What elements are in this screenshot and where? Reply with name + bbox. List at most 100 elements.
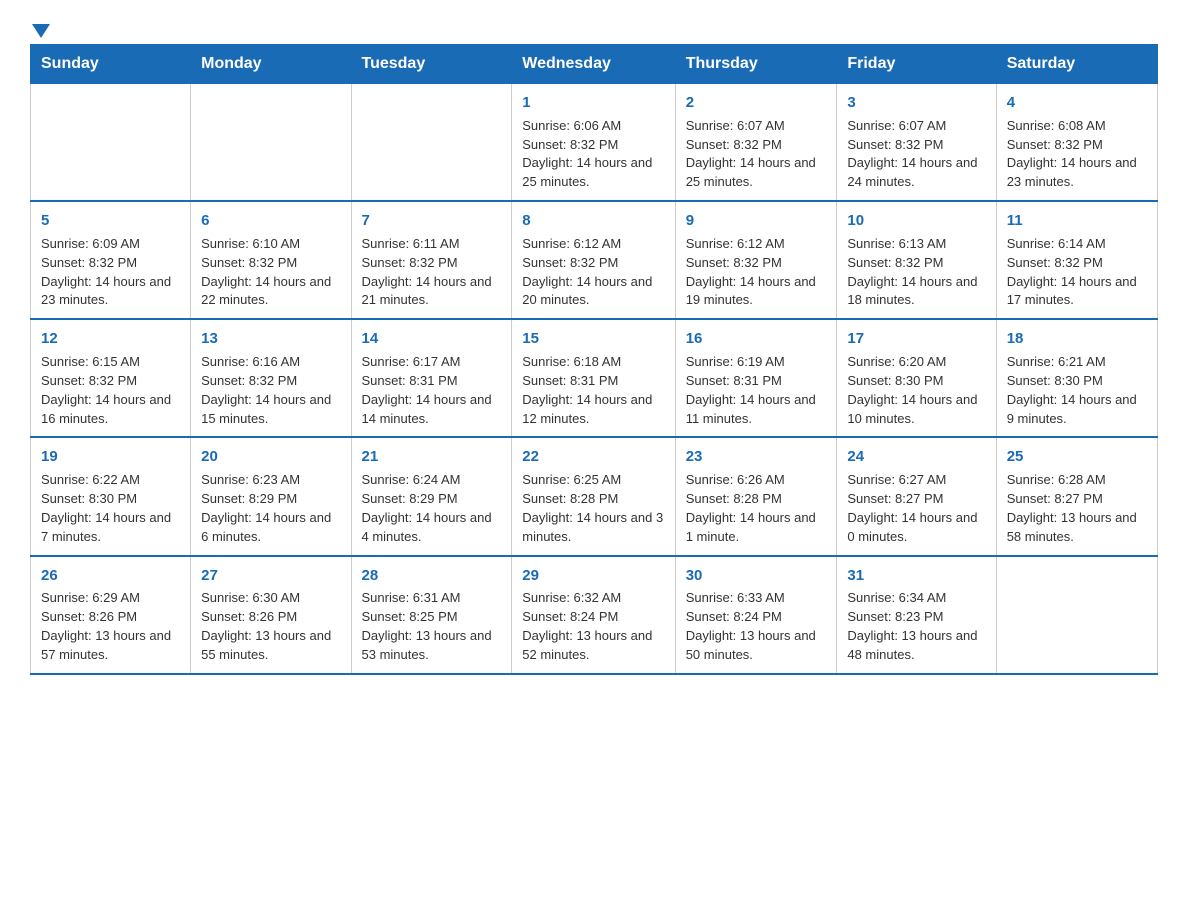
calendar-cell: 7Sunrise: 6:11 AMSunset: 8:32 PMDaylight…	[351, 201, 512, 319]
calendar-cell	[996, 556, 1157, 674]
day-number: 5	[41, 210, 180, 232]
calendar-cell: 5Sunrise: 6:09 AMSunset: 8:32 PMDaylight…	[31, 201, 191, 319]
sunset-text: Sunset: 8:26 PM	[201, 608, 340, 627]
daylight-text: Daylight: 14 hours and 23 minutes.	[1007, 154, 1147, 192]
day-number: 3	[847, 92, 985, 114]
calendar-week-row: 26Sunrise: 6:29 AMSunset: 8:26 PMDayligh…	[31, 556, 1158, 674]
day-number: 17	[847, 328, 985, 350]
daylight-text: Daylight: 14 hours and 19 minutes.	[686, 273, 827, 311]
daylight-text: Daylight: 14 hours and 25 minutes.	[522, 154, 664, 192]
daylight-text: Daylight: 14 hours and 0 minutes.	[847, 509, 985, 547]
calendar-cell: 11Sunrise: 6:14 AMSunset: 8:32 PMDayligh…	[996, 201, 1157, 319]
daylight-text: Daylight: 14 hours and 1 minute.	[686, 509, 827, 547]
calendar-cell: 17Sunrise: 6:20 AMSunset: 8:30 PMDayligh…	[837, 319, 996, 437]
sunset-text: Sunset: 8:28 PM	[686, 490, 827, 509]
day-number: 27	[201, 565, 340, 587]
calendar-week-row: 12Sunrise: 6:15 AMSunset: 8:32 PMDayligh…	[31, 319, 1158, 437]
day-number: 4	[1007, 92, 1147, 114]
day-number: 24	[847, 446, 985, 468]
calendar-cell: 8Sunrise: 6:12 AMSunset: 8:32 PMDaylight…	[512, 201, 675, 319]
sunset-text: Sunset: 8:25 PM	[362, 608, 502, 627]
day-number: 1	[522, 92, 664, 114]
sunrise-text: Sunrise: 6:07 AM	[686, 117, 827, 136]
daylight-text: Daylight: 14 hours and 18 minutes.	[847, 273, 985, 311]
calendar-cell	[191, 84, 351, 202]
day-number: 12	[41, 328, 180, 350]
calendar-cell: 29 Sunrise: 6:32 AMSunset: 8:24 PMDayligh…	[512, 556, 675, 674]
daylight-text: Daylight: 13 hours and 50 minutes.	[686, 627, 827, 665]
sunrise-text: Sunrise: 6:19 AM	[686, 353, 827, 372]
calendar-cell	[31, 84, 191, 202]
sunset-text: Sunset: 8:32 PM	[686, 136, 827, 155]
sunset-text: Sunset: 8:32 PM	[362, 254, 502, 273]
daylight-text: Daylight: 14 hours and 21 minutes.	[362, 273, 502, 311]
column-header-tuesday: Tuesday	[351, 45, 512, 84]
calendar-cell: 4 Sunrise: 6:08 AMSunset: 8:32 PMDaylight…	[996, 84, 1157, 202]
day-number: 19	[41, 446, 180, 468]
day-number: 20	[201, 446, 340, 468]
daylight-text: Daylight: 13 hours and 53 minutes.	[362, 627, 502, 665]
column-header-monday: Monday	[191, 45, 351, 84]
sunrise-text: Sunrise: 6:09 AM	[41, 235, 180, 254]
calendar-cell: 15Sunrise: 6:18 AMSunset: 8:31 PMDayligh…	[512, 319, 675, 437]
day-number: 7	[362, 210, 502, 232]
sunrise-text: Sunrise: 6:31 AM	[362, 589, 502, 608]
sunset-text: Sunset: 8:30 PM	[1007, 372, 1147, 391]
page-header	[30, 20, 1158, 34]
calendar-cell: 27Sunrise: 6:30 AMSunset: 8:26 PMDayligh…	[191, 556, 351, 674]
sunset-text: Sunset: 8:26 PM	[41, 608, 180, 627]
column-header-wednesday: Wednesday	[512, 45, 675, 84]
sunset-text: Sunset: 8:32 PM	[522, 136, 664, 155]
day-number: 2	[686, 92, 827, 114]
calendar-cell: 31Sunrise: 6:34 AMSunset: 8:23 PMDayligh…	[837, 556, 996, 674]
sunset-text: Sunset: 8:31 PM	[362, 372, 502, 391]
sunset-text: Sunset: 8:29 PM	[201, 490, 340, 509]
daylight-text: Daylight: 14 hours and 10 minutes.	[847, 391, 985, 429]
calendar-cell: 24Sunrise: 6:27 AMSunset: 8:27 PMDayligh…	[837, 437, 996, 555]
day-number: 30	[686, 565, 827, 587]
calendar-cell: 12Sunrise: 6:15 AMSunset: 8:32 PMDayligh…	[31, 319, 191, 437]
sunset-text: Sunset: 8:29 PM	[362, 490, 502, 509]
calendar-cell: 9Sunrise: 6:12 AMSunset: 8:32 PMDaylight…	[675, 201, 837, 319]
sunset-text: Sunset: 8:24 PM	[522, 608, 664, 627]
calendar-cell: 19Sunrise: 6:22 AMSunset: 8:30 PMDayligh…	[31, 437, 191, 555]
calendar-cell: 21Sunrise: 6:24 AMSunset: 8:29 PMDayligh…	[351, 437, 512, 555]
sunrise-text: Sunrise: 6:08 AM	[1007, 117, 1147, 136]
sunset-text: Sunset: 8:30 PM	[847, 372, 985, 391]
daylight-text: Daylight: 13 hours and 55 minutes.	[201, 627, 340, 665]
day-number: 15	[522, 328, 664, 350]
sunset-text: Sunset: 8:27 PM	[847, 490, 985, 509]
sunset-text: Sunset: 8:32 PM	[1007, 136, 1147, 155]
sunrise-text: Sunrise: 6:24 AM	[362, 471, 502, 490]
day-number: 31	[847, 565, 985, 587]
sunset-text: Sunset: 8:32 PM	[201, 372, 340, 391]
calendar-week-row: 5Sunrise: 6:09 AMSunset: 8:32 PMDaylight…	[31, 201, 1158, 319]
daylight-text: Daylight: 13 hours and 52 minutes.	[522, 627, 664, 665]
calendar-cell: 22Sunrise: 6:25 AMSunset: 8:28 PMDayligh…	[512, 437, 675, 555]
calendar-header-row: SundayMondayTuesdayWednesdayThursdayFrid…	[31, 45, 1158, 84]
sunset-text: Sunset: 8:27 PM	[1007, 490, 1147, 509]
day-number: 16	[686, 328, 827, 350]
daylight-text: Daylight: 14 hours and 15 minutes.	[201, 391, 340, 429]
sunrise-text: Sunrise: 6:16 AM	[201, 353, 340, 372]
calendar-cell: 23Sunrise: 6:26 AMSunset: 8:28 PMDayligh…	[675, 437, 837, 555]
sunset-text: Sunset: 8:32 PM	[201, 254, 340, 273]
sunrise-text: Sunrise: 6:25 AM	[522, 471, 664, 490]
sunrise-text: Sunrise: 6:23 AM	[201, 471, 340, 490]
day-number: 8	[522, 210, 664, 232]
sunrise-text: Sunrise: 6:32 AM	[522, 589, 664, 608]
day-number: 18	[1007, 328, 1147, 350]
calendar-cell: 3Sunrise: 6:07 AMSunset: 8:32 PMDaylight…	[837, 84, 996, 202]
sunset-text: Sunset: 8:32 PM	[686, 254, 827, 273]
sunrise-text: Sunrise: 6:34 AM	[847, 589, 985, 608]
sunrise-text: Sunrise: 6:17 AM	[362, 353, 502, 372]
day-number: 9	[686, 210, 827, 232]
daylight-text: Daylight: 14 hours and 24 minutes.	[847, 154, 985, 192]
day-number: 29	[522, 565, 664, 587]
day-number: 25	[1007, 446, 1147, 468]
calendar-week-row: 19Sunrise: 6:22 AMSunset: 8:30 PMDayligh…	[31, 437, 1158, 555]
sunrise-text: Sunrise: 6:18 AM	[522, 353, 664, 372]
daylight-text: Daylight: 14 hours and 4 minutes.	[362, 509, 502, 547]
calendar-cell: 28Sunrise: 6:31 AMSunset: 8:25 PMDayligh…	[351, 556, 512, 674]
sunset-text: Sunset: 8:31 PM	[522, 372, 664, 391]
